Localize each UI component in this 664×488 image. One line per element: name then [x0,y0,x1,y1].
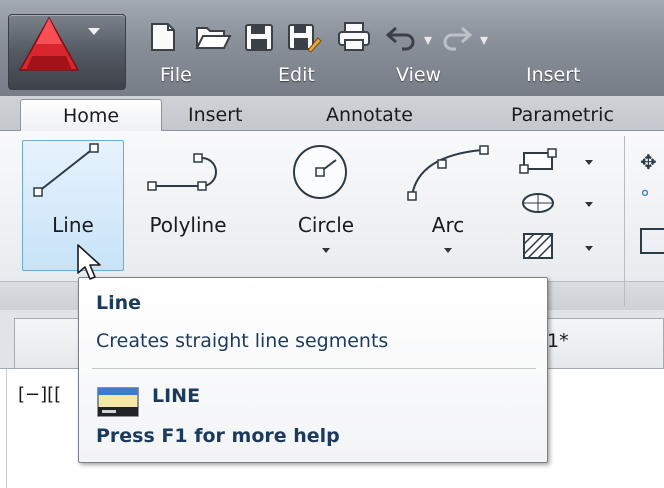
ellipse-tool-icon[interactable] [518,188,558,218]
hatch-tool-icon[interactable] [518,230,558,262]
arc-tool-label[interactable]: Arc [410,213,486,237]
rectangle-tool-icon[interactable] [518,146,558,176]
mouse-cursor-icon [77,244,101,280]
undo-dropdown-icon[interactable]: ▾ [424,30,432,49]
hatch-dropdown-icon[interactable] [585,246,593,251]
menu-edit[interactable]: Edit [278,64,315,86]
new-file-icon[interactable] [146,20,180,54]
menu-file[interactable]: File [160,64,192,86]
arc-tool-icon[interactable] [404,142,494,204]
viewport-controls[interactable]: [−][[ [18,384,61,405]
arc-dropdown-icon[interactable] [444,248,452,253]
stretch-tool-icon[interactable] [640,228,664,254]
polyline-tool-label[interactable]: Polyline [128,213,248,237]
canvas-left-border [6,369,7,488]
redo-dropdown-icon[interactable]: ▾ [480,30,488,49]
rectangle-dropdown-icon[interactable] [585,160,593,165]
save-as-icon[interactable] [286,20,322,54]
copy-tool-icon[interactable]: ° [640,186,650,210]
tab-annotate[interactable]: Annotate [326,100,413,130]
panel-divider [624,136,625,306]
document-tab-label: 1* [547,330,569,352]
autocad-logo-icon [18,16,80,71]
tooltip-description: Creates straight line segments [96,330,389,352]
menu-view[interactable]: View [396,64,441,86]
circle-dropdown-icon[interactable] [322,248,330,253]
undo-icon[interactable] [384,20,418,54]
menu-insert[interactable]: Insert [526,64,581,86]
chevron-down-icon [88,28,100,35]
tooltip-title: Line [96,292,142,314]
line-tool-label: Line [52,213,94,237]
redo-icon[interactable] [440,20,474,54]
circle-tool-icon[interactable] [282,142,360,202]
tooltip-divider [92,368,536,369]
tab-parametric[interactable]: Parametric [511,100,614,130]
tooltip-help-hint: Press F1 for more help [96,425,340,447]
ellipse-dropdown-icon[interactable] [585,202,593,207]
tooltip-command-name: LINE [152,385,201,407]
circle-tool-label[interactable]: Circle [274,213,378,237]
open-file-icon[interactable] [194,20,232,54]
line-tool-icon [33,143,99,197]
save-icon[interactable] [242,20,276,54]
plot-printer-icon[interactable] [336,20,370,54]
tab-home[interactable]: Home [20,99,162,132]
move-tool-icon[interactable]: ✥ [640,150,657,174]
tab-insert[interactable]: Insert [188,100,243,130]
command-line-icon [97,387,139,417]
polyline-tool-icon[interactable] [146,148,236,200]
